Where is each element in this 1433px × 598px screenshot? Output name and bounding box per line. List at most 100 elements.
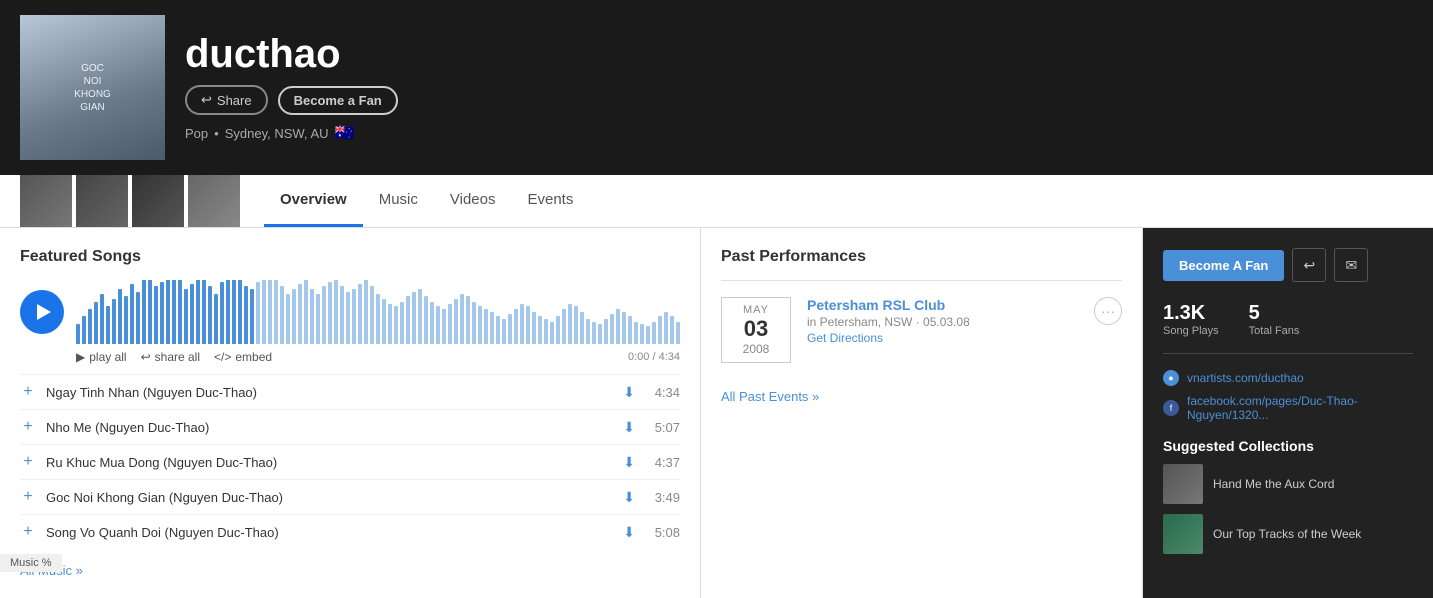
right-top-buttons: Become A Fan ↩ ✉ [1163, 248, 1413, 282]
performance-details: Petersham RSL Club in Petersham, NSW · 0… [807, 297, 1078, 345]
center-panel: Past Performances MAY 03 2008 Petersham … [701, 228, 1143, 598]
time-display: 0:00 / 4:34 [628, 351, 680, 363]
all-past-events-link[interactable]: All Past Events » [721, 389, 1122, 404]
song-duration-3: 4:37 [645, 455, 680, 470]
tab-events[interactable]: Events [511, 175, 589, 227]
song-row: + Nho Me (Nguyen Duc-Thao) ⬇ 5:07 [20, 409, 680, 444]
song-plays-label: Song Plays [1163, 325, 1219, 337]
song-duration-2: 5:07 [645, 420, 680, 435]
song-download-5[interactable]: ⬇ [623, 524, 635, 541]
song-list: + Ngay Tinh Nhan (Nguyen Duc-Thao) ⬇ 4:3… [20, 374, 680, 549]
player-controls: ▶ play all ↩ share all </> embed 0:00 / … [20, 350, 680, 364]
song-duration-5: 5:08 [645, 525, 680, 540]
share-icon: ↩ [201, 92, 212, 108]
tab-overview[interactable]: Overview [264, 175, 363, 227]
share-all-link[interactable]: ↩ share all [141, 350, 200, 364]
song-row: + Ngay Tinh Nhan (Nguyen Duc-Thao) ⬇ 4:3… [20, 374, 680, 409]
embed-icon: </> [214, 350, 231, 364]
share-button[interactable]: ↩ Share [185, 85, 268, 115]
total-fans-stat: 5 Total Fans [1249, 302, 1300, 337]
song-download-4[interactable]: ⬇ [623, 489, 635, 506]
song-row: + Song Vo Quanh Doi (Nguyen Duc-Thao) ⬇ … [20, 514, 680, 549]
share-all-icon: ↩ [141, 350, 151, 364]
main-content: Featured Songs ▶ play all ↩ share all </… [0, 228, 1433, 598]
left-panel: Featured Songs ▶ play all ↩ share all </… [0, 228, 701, 598]
song-add-btn-1[interactable]: + [20, 383, 36, 401]
thumb-nav-row: Overview Music Videos Events [0, 175, 1433, 228]
total-fans-label: Total Fans [1249, 325, 1300, 337]
perf-more-button[interactable]: ··· [1094, 297, 1122, 325]
perf-venue-link[interactable]: Petersham RSL Club [807, 297, 945, 313]
become-fan-sidebar-button[interactable]: Become A Fan [1163, 250, 1284, 281]
facebook-url: facebook.com/pages/Duc-Thao-Nguyen/1320.… [1187, 394, 1413, 422]
mail-icon-button[interactable]: ✉ [1334, 248, 1368, 282]
song-plays-value: 1.3K [1163, 302, 1219, 325]
cover-text: GOC NOI KHONG GIAN [74, 62, 111, 114]
play-all-link[interactable]: ▶ play all [76, 350, 127, 364]
tab-videos[interactable]: Videos [434, 175, 512, 227]
thumb-4[interactable] [188, 175, 240, 227]
song-row: + Goc Noi Khong Gian (Nguyen Duc-Thao) ⬇… [20, 479, 680, 514]
flag-icon: 🇦🇺 [335, 123, 355, 143]
suggested-item-1: Hand Me the Aux Cord [1163, 464, 1413, 504]
artist-name: ducthao [185, 32, 398, 77]
suggested-label-1[interactable]: Hand Me the Aux Cord [1213, 477, 1334, 491]
become-fan-header-button[interactable]: Become a Fan [278, 86, 398, 115]
facebook-icon: f [1163, 400, 1179, 416]
suggested-thumb-1 [1163, 464, 1203, 504]
share-icon-sidebar: ↩ [1303, 257, 1315, 274]
suggested-thumb-2 [1163, 514, 1203, 554]
song-duration-4: 3:49 [645, 490, 680, 505]
right-panel: Become A Fan ↩ ✉ 1.3K Song Plays 5 Total… [1143, 228, 1433, 598]
song-title-4: Goc Noi Khong Gian (Nguyen Duc-Thao) [46, 490, 613, 505]
suggested-label-2[interactable]: Our Top Tracks of the Week [1213, 527, 1361, 541]
artist-buttons: ↩ Share Become a Fan [185, 85, 398, 115]
suggested-item-2: Our Top Tracks of the Week [1163, 514, 1413, 554]
song-title-1: Ngay Tinh Nhan (Nguyen Duc-Thao) [46, 385, 613, 400]
thumb-2[interactable] [76, 175, 128, 227]
artist-cover: GOC NOI KHONG GIAN [20, 15, 165, 160]
performance-date-box: MAY 03 2008 [721, 297, 791, 363]
all-music-link[interactable]: All Music » [20, 563, 680, 578]
website-url: vnartists.com/ducthao [1187, 371, 1304, 385]
play-all-icon: ▶ [76, 350, 85, 364]
past-performances-title: Past Performances [721, 248, 1122, 266]
perf-year: 2008 [732, 342, 780, 356]
section-divider [721, 280, 1122, 281]
embed-link[interactable]: </> embed [214, 350, 272, 364]
mail-icon: ✉ [1345, 257, 1357, 274]
song-title-2: Nho Me (Nguyen Duc-Thao) [46, 420, 613, 435]
status-bar: Music % [0, 554, 62, 572]
perf-location: in Petersham, NSW · 05.03.08 [807, 315, 1078, 329]
song-add-btn-4[interactable]: + [20, 488, 36, 506]
song-download-1[interactable]: ⬇ [623, 384, 635, 401]
facebook-link-row[interactable]: f facebook.com/pages/Duc-Thao-Nguyen/132… [1163, 394, 1413, 422]
performance-row: MAY 03 2008 Petersham RSL Club in Peters… [721, 297, 1122, 379]
song-download-3[interactable]: ⬇ [623, 454, 635, 471]
music-percent-label: Music % [10, 557, 52, 569]
song-add-btn-3[interactable]: + [20, 453, 36, 471]
song-row: + Ru Khuc Mua Dong (Nguyen Duc-Thao) ⬇ 4… [20, 444, 680, 479]
thumb-3[interactable] [132, 175, 184, 227]
nav-tabs: Overview Music Videos Events [264, 175, 1413, 227]
play-button[interactable] [20, 290, 64, 334]
share-icon-button[interactable]: ↩ [1292, 248, 1326, 282]
waveform[interactable] [76, 280, 680, 344]
tab-music[interactable]: Music [363, 175, 434, 227]
song-add-btn-2[interactable]: + [20, 418, 36, 436]
song-duration-1: 4:34 [645, 385, 680, 400]
suggested-collections-title: Suggested Collections [1163, 438, 1413, 454]
song-add-btn-5[interactable]: + [20, 523, 36, 541]
globe-icon: ● [1163, 370, 1179, 386]
perf-month: MAY [732, 304, 780, 316]
artist-info: ducthao ↩ Share Become a Fan Pop • Sydne… [185, 32, 398, 143]
artist-meta: Pop • Sydney, NSW, AU 🇦🇺 [185, 123, 398, 143]
thumb-1[interactable] [20, 175, 72, 227]
song-title-5: Song Vo Quanh Doi (Nguyen Duc-Thao) [46, 525, 613, 540]
total-fans-value: 5 [1249, 302, 1300, 325]
song-download-2[interactable]: ⬇ [623, 419, 635, 436]
featured-songs-title: Featured Songs [20, 248, 680, 266]
get-directions-link[interactable]: Get Directions [807, 331, 883, 345]
player-area [20, 280, 680, 344]
website-link-row[interactable]: ● vnartists.com/ducthao [1163, 370, 1413, 386]
